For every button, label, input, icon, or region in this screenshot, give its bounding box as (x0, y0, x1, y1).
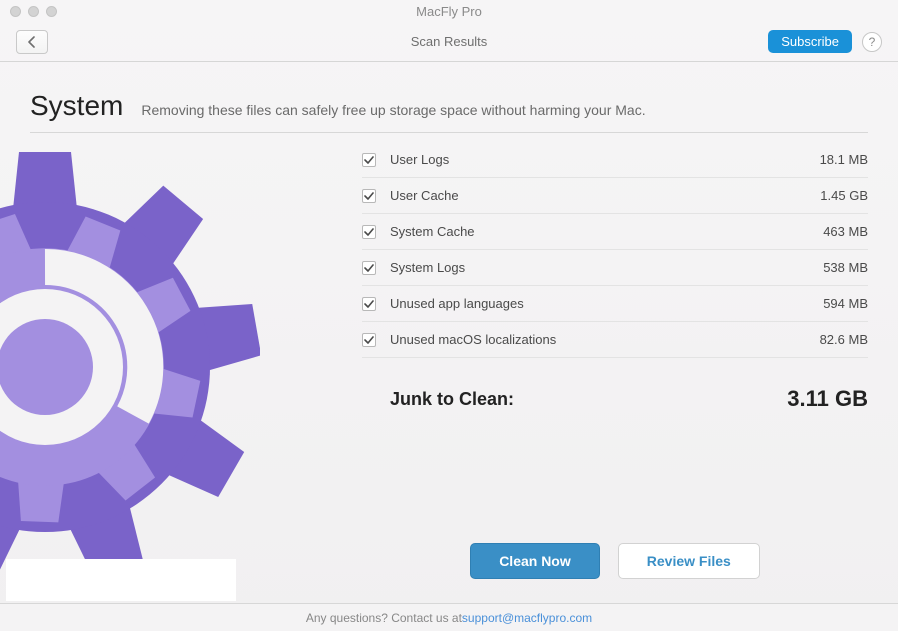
item-size: 82.6 MB (820, 332, 868, 347)
back-button[interactable] (16, 30, 48, 54)
item-label: Unused app languages (390, 296, 823, 311)
item-label: Unused macOS localizations (390, 332, 820, 347)
gear-illustration (0, 152, 260, 582)
item-label: System Cache (390, 224, 823, 239)
item-size: 594 MB (823, 296, 868, 311)
titlebar: MacFly Pro (0, 0, 898, 22)
scan-results-list: User Logs18.1 MBUser Cache1.45 GBSystem … (362, 142, 868, 412)
window-title: MacFly Pro (416, 4, 482, 19)
footer-text: Any questions? Contact us at (306, 611, 462, 625)
list-item: System Cache463 MB (362, 214, 868, 250)
zoom-icon[interactable] (46, 6, 57, 17)
footer: Any questions? Contact us at support@mac… (0, 603, 898, 631)
item-size: 463 MB (823, 224, 868, 239)
review-files-button[interactable]: Review Files (618, 543, 760, 579)
check-icon (364, 227, 374, 237)
toolbar: Scan Results Subscribe ? (0, 22, 898, 62)
list-item: System Logs538 MB (362, 250, 868, 286)
subscribe-button[interactable]: Subscribe (768, 30, 852, 53)
help-button[interactable]: ? (862, 32, 882, 52)
summary-row: Junk to Clean:3.11 GB (362, 386, 868, 412)
checkbox[interactable] (362, 297, 376, 311)
app-window: MacFly Pro Scan Results Subscribe ? Syst… (0, 0, 898, 631)
summary-label: Junk to Clean: (390, 389, 787, 410)
item-size: 538 MB (823, 260, 868, 275)
list-item: User Cache1.45 GB (362, 178, 868, 214)
checkbox[interactable] (362, 153, 376, 167)
checkbox[interactable] (362, 333, 376, 347)
list-item: Unused app languages594 MB (362, 286, 868, 322)
check-icon (364, 335, 374, 345)
checkbox[interactable] (362, 189, 376, 203)
item-label: System Logs (390, 260, 823, 275)
check-icon (364, 263, 374, 273)
check-icon (364, 155, 374, 165)
check-icon (364, 299, 374, 309)
summary-value: 3.11 GB (787, 386, 868, 412)
section-title: System (30, 90, 123, 122)
section-description: Removing these files can safely free up … (141, 102, 645, 118)
list-item: Unused macOS localizations82.6 MB (362, 322, 868, 358)
item-label: User Cache (390, 188, 820, 203)
item-size: 18.1 MB (820, 152, 868, 167)
check-icon (364, 191, 374, 201)
divider (30, 132, 868, 133)
checkbox[interactable] (362, 225, 376, 239)
minimize-icon[interactable] (28, 6, 39, 17)
support-email-link[interactable]: support@macflypro.com (462, 611, 592, 625)
chevron-left-icon (28, 36, 36, 48)
page-subtitle: Scan Results (411, 34, 488, 49)
action-buttons: Clean Now Review Files (362, 543, 868, 579)
content-area: System Removing these files can safely f… (0, 62, 898, 603)
clean-now-button[interactable]: Clean Now (470, 543, 600, 579)
blank-overlay (6, 559, 236, 601)
list-item: User Logs18.1 MB (362, 142, 868, 178)
checkbox[interactable] (362, 261, 376, 275)
item-label: User Logs (390, 152, 820, 167)
traffic-lights (0, 6, 57, 17)
close-icon[interactable] (10, 6, 21, 17)
item-size: 1.45 GB (820, 188, 868, 203)
